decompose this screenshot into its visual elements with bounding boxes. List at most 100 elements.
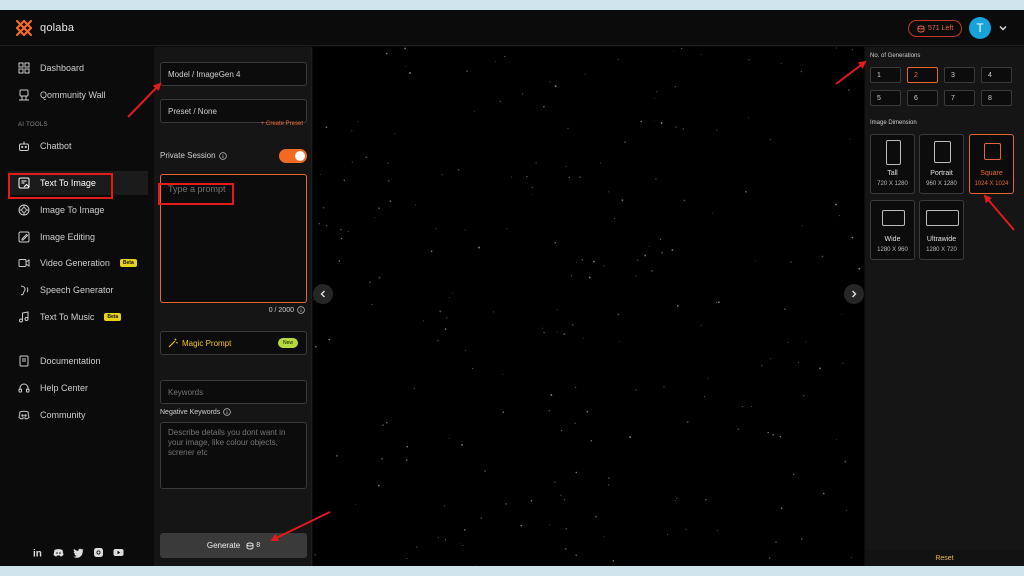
star-dot (504, 55, 506, 58)
dimension-option-tall[interactable]: Tall 720 X 1280 (870, 134, 915, 194)
star-dot (556, 331, 558, 333)
star-dot (574, 422, 576, 424)
dimension-size: 1024 X 1024 (974, 181, 1009, 187)
discord-icon[interactable] (53, 547, 64, 558)
info-icon[interactable] (218, 151, 227, 160)
star-dot (531, 186, 534, 189)
dimension-name: Tall (887, 170, 898, 177)
star-dot (506, 228, 508, 230)
star-dot (437, 536, 439, 539)
logo[interactable]: qolaba (14, 18, 74, 38)
star-dot (422, 320, 424, 322)
star-dot (448, 438, 450, 440)
chevron-down-icon[interactable] (997, 22, 1009, 34)
star-dot (471, 367, 474, 370)
preset-select[interactable]: Preset / None (160, 99, 307, 123)
reset-button[interactable]: Reset (865, 550, 1024, 566)
magic-prompt-toggle[interactable]: Magic Prompt New (160, 331, 307, 355)
dimension-option-ultrawide[interactable]: Ultrawide 1280 X 720 (919, 200, 964, 260)
dimension-option-wide[interactable]: Wide 1280 X 960 (870, 200, 915, 260)
private-session-toggle[interactable] (279, 149, 307, 163)
star-dot (676, 497, 678, 499)
star-dot (464, 229, 466, 231)
sidebar-item-label: Qommunity Wall (40, 90, 106, 100)
generation-option-1[interactable]: 1 (870, 67, 901, 83)
avatar[interactable]: T (969, 17, 991, 39)
star-dot (653, 98, 655, 100)
info-icon[interactable] (223, 408, 232, 416)
star-dot (711, 212, 713, 214)
star-dot (836, 438, 837, 440)
star-dot (378, 207, 380, 209)
star-dot (415, 204, 417, 206)
dimension-name: Ultrawide (926, 236, 957, 243)
image-dimension-label: Image Dimension (870, 120, 917, 126)
collapse-right-panel-button[interactable] (844, 284, 864, 304)
star-dot (520, 524, 523, 527)
star-dot (570, 275, 573, 277)
prompt-input[interactable] (160, 174, 307, 303)
generate-label: Generate (206, 541, 241, 550)
generation-option-6[interactable]: 6 (907, 90, 938, 106)
generation-option-8[interactable]: 8 (981, 90, 1012, 106)
dimension-option-square[interactable]: Square 1024 X 1024 (969, 134, 1014, 194)
model-select[interactable]: Model / ImageGen 4 (160, 62, 307, 86)
star-dot (435, 228, 437, 230)
sidebar-item-help-center[interactable]: Help Center (8, 376, 148, 400)
dimension-size: 1280 X 720 (926, 247, 957, 253)
keywords-input[interactable] (160, 380, 307, 404)
sidebar-item-video-generation[interactable]: Video Generation Beta (8, 251, 148, 275)
sidebar-item-image-editing[interactable]: Image Editing (8, 225, 148, 249)
credits-badge[interactable]: 571 Left (908, 20, 963, 37)
star-dot (571, 324, 574, 326)
star-dot (378, 276, 381, 279)
sidebar-item-text-to-music[interactable]: Text To Music Beta (8, 305, 148, 329)
generation-option-5[interactable]: 5 (870, 90, 901, 106)
video-icon (18, 259, 30, 267)
sidebar-item-label: Documentation (40, 356, 101, 366)
generate-button[interactable]: Generate 8 (160, 533, 307, 558)
linkedin-icon[interactable]: in (33, 547, 44, 559)
sidebar-item-image-to-image[interactable]: Image To Image (8, 198, 148, 222)
star-dot (737, 428, 740, 431)
star-dot (502, 373, 504, 375)
sidebar-item-chatbot[interactable]: Chatbot (8, 134, 148, 158)
star-dot (405, 65, 407, 67)
star-dot (590, 439, 593, 442)
sidebar-item-label: Help Center (40, 383, 89, 393)
star-dot (704, 396, 705, 398)
star-dot (328, 338, 331, 341)
sidebar-item-speech-generator[interactable]: Speech Generator (8, 278, 148, 302)
sidebar-item-text-to-image[interactable]: Text To Image (8, 171, 148, 195)
star-dot (357, 121, 359, 123)
star-dot (717, 301, 720, 304)
generation-option-4[interactable]: 4 (981, 67, 1012, 83)
star-dot (767, 431, 769, 434)
dimension-size: 720 X 1280 (877, 181, 908, 187)
sidebar-item-dashboard[interactable]: Dashboard (8, 56, 148, 80)
info-icon[interactable] (297, 306, 305, 314)
youtube-icon[interactable] (113, 547, 124, 558)
collapse-left-panel-button[interactable] (313, 284, 333, 304)
sidebar-item-community[interactable]: Community (8, 403, 148, 427)
star-dot (617, 313, 620, 316)
generation-option-7[interactable]: 7 (944, 90, 975, 106)
star-dot (770, 358, 772, 360)
generation-option-2[interactable]: 2 (907, 67, 938, 83)
star-dot (716, 301, 718, 303)
instagram-icon[interactable] (93, 547, 104, 558)
star-dot (661, 251, 663, 254)
twitter-icon[interactable] (73, 547, 84, 558)
new-badge: New (277, 338, 298, 348)
sidebar-item-documentation[interactable]: Documentation (8, 349, 148, 373)
create-preset-link[interactable]: + Create Preset (261, 121, 303, 127)
dimension-option-portrait[interactable]: Portrait 960 X 1280 (919, 134, 964, 194)
star-dot (535, 162, 537, 164)
sidebar-item-label: Speech Generator (40, 285, 114, 295)
star-dot (439, 310, 442, 313)
star-dot (385, 52, 388, 55)
generation-option-3[interactable]: 3 (944, 67, 975, 83)
negative-keywords-input[interactable] (160, 422, 307, 489)
star-dot (441, 174, 443, 176)
sidebar-item-qommunity-wall[interactable]: Qommunity Wall (8, 83, 148, 107)
